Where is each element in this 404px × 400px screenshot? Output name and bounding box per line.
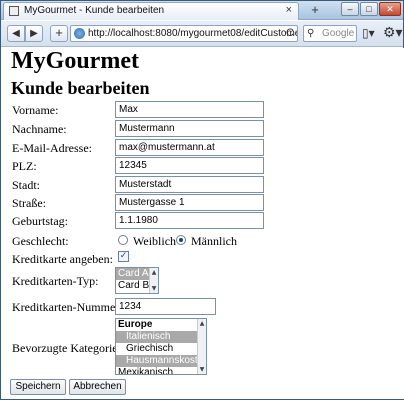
page-content: MyGourmet Kunde bearbeiten Vorname: Max … [2,48,404,399]
vorname-field[interactable]: Max [115,101,264,118]
scroll-up-icon[interactable]: ▲ [198,320,206,327]
strasse-label: Straße: [12,196,46,210]
tab-title: MyGourmet - Kunde bearbeiten [24,5,165,16]
radio-weiblich-label: Weiblich [133,234,177,248]
kategorien-group-label: Europe [118,319,153,330]
kreditkarte-checkbox[interactable]: ✓ [118,251,129,262]
save-button[interactable]: Speichern [10,379,66,395]
page-menu-icon[interactable]: ▯▾ [362,26,375,40]
kartennummer-label: Kreditkarten-Nummer: [12,300,123,314]
vorname-label: Vorname: [12,103,59,117]
navigation-bar: ◀ ▶ + http://localhost:8080/mygourmet08/… [1,21,403,47]
radio-maennlich-label: Männlich [191,234,237,248]
radio-maennlich[interactable] [176,235,186,245]
back-button[interactable]: ◀ [7,25,25,42]
nachname-label: Nachname: [12,122,67,136]
plz-label: PLZ: [12,159,37,173]
browser-window: MyGourmet - Kunde bearbeiten × + – □ ✕ ◀… [0,0,404,400]
gear-icon[interactable]: ⚙▾ [383,24,403,41]
strasse-field[interactable]: Mustergasse 1 [115,194,264,211]
forward-button[interactable]: ▶ [25,25,43,42]
email-field[interactable]: max@mustermann.at [115,139,264,156]
kategorien-option[interactable]: Mexikanisch [116,367,206,374]
kartentyp-scrollbar[interactable]: ▲ ▼ [149,268,158,293]
maximize-button[interactable]: □ [360,2,378,16]
page-title: MyGourmet [11,48,139,74]
scroll-down-icon[interactable]: ▼ [198,366,206,373]
kartentyp-label: Kreditkarten-Typ: [12,274,99,288]
url-text: http://localhost:8080/mygourmet08/editCu… [88,28,298,39]
geschlecht-label: Geschlecht: [12,234,69,248]
kartennummer-field[interactable]: 1234 [115,298,216,315]
page-favicon-icon [9,6,19,16]
kategorien-label: Bevorzugte Kategorien: [12,341,127,355]
title-bar: MyGourmet - Kunde bearbeiten × + – □ ✕ [1,1,403,20]
page-subtitle: Kunde bearbeiten [11,78,150,98]
scroll-up-icon[interactable]: ▲ [150,269,158,276]
stadt-label: Stadt: [12,178,41,192]
kategorien-option[interactable]: Griechisch [116,343,206,355]
kategorien-scrollbar[interactable]: ▲ ▼ [197,319,206,374]
geburtstag-label: Geburtstag: [12,214,68,228]
kategorien-option[interactable]: Italienisch [116,331,206,343]
reload-icon[interactable]: C [286,26,294,41]
new-page-button[interactable]: + [50,25,68,42]
address-bar[interactable]: http://localhost:8080/mygourmet08/editCu… [70,25,298,42]
browser-tab[interactable]: MyGourmet - Kunde bearbeiten × [3,2,299,20]
search-input[interactable]: ⚲ Google [303,25,357,42]
minimize-button[interactable]: – [341,2,359,16]
kartentyp-listbox[interactable]: Card A Card B ▲ ▼ [115,267,159,294]
nachname-field[interactable]: Mustermann [115,120,264,137]
new-tab-button[interactable]: + [307,3,323,18]
radio-weiblich[interactable] [118,235,128,245]
close-window-button[interactable]: ✕ [379,2,401,16]
geburtstag-field[interactable]: 1.1.1980 [115,212,264,229]
search-icon: ⚲ [307,28,315,39]
cancel-button[interactable]: Abbrechen [69,379,126,395]
search-placeholder: Google [322,28,355,39]
email-label: E-Mail-Adresse: [12,141,92,155]
scroll-down-icon[interactable]: ▼ [150,285,158,292]
plz-field[interactable]: 12345 [115,157,264,174]
kategorien-listbox[interactable]: Europe Italienisch Griechisch Hausmannsk… [115,318,207,375]
globe-icon [74,28,85,39]
stadt-field[interactable]: Musterstadt [115,176,264,193]
kategorien-option[interactable]: Hausmannskost [116,355,206,367]
tab-close-icon[interactable]: × [286,4,292,16]
kreditkarte-label: Kreditkarte angeben: [12,252,113,266]
